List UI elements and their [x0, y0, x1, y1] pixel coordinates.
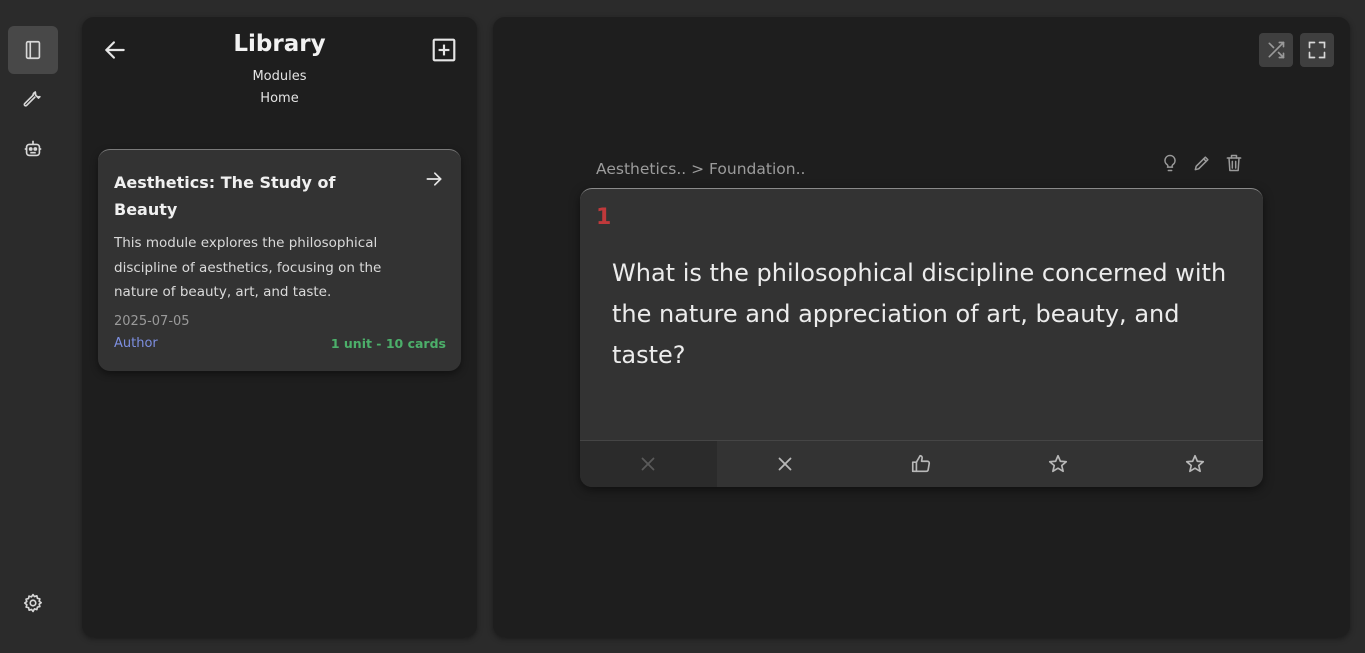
- lightbulb-icon: [1164, 154, 1176, 172]
- open-module-button[interactable]: [423, 168, 445, 190]
- robot-icon: [24, 140, 42, 157]
- fullscreen-icon: [1308, 41, 1326, 59]
- breadcrumb-home[interactable]: Home: [82, 91, 477, 106]
- tools-nav-button[interactable]: [8, 75, 58, 123]
- star-icon: [1185, 454, 1204, 473]
- flashcard[interactable]: 1 What is the philosophical discipline c…: [580, 188, 1263, 487]
- x-icon: [778, 457, 792, 471]
- card-breadcrumb: Aesthetics.. > Foundation..: [596, 160, 806, 178]
- card-question: What is the philosophical discipline con…: [612, 259, 1227, 369]
- shuffle-icon: [1268, 41, 1285, 59]
- delete-card-button[interactable]: [1224, 152, 1244, 174]
- thumbs-up-icon: [912, 454, 931, 473]
- module-card-count: 1 unit - 10 cards: [330, 336, 446, 351]
- hint-button[interactable]: [1160, 152, 1180, 174]
- rating-bar: [580, 440, 1263, 487]
- arrow-right-icon: [426, 172, 442, 186]
- pencil-icon: [1194, 156, 1209, 171]
- rating-perfect-button[interactable]: [1126, 441, 1263, 487]
- study-panel: Aesthetics.. > Foundation.. 1 What is th…: [493, 17, 1350, 637]
- add-module-button[interactable]: [429, 35, 459, 65]
- module-date: 2025-07-05: [114, 314, 190, 329]
- book-icon: [25, 40, 41, 60]
- x-icon: [641, 457, 655, 471]
- plus-square-icon: [432, 38, 456, 62]
- fullscreen-button[interactable]: [1300, 33, 1334, 67]
- page-title: Library: [233, 31, 326, 57]
- library-nav-button[interactable]: [8, 26, 58, 74]
- gear-icon: [23, 593, 42, 613]
- wrench-icon: [23, 91, 41, 107]
- module-title: Aesthetics: The Study of Beauty: [114, 173, 336, 219]
- module-card[interactable]: Aesthetics: The Study of Beauty This mod…: [98, 149, 461, 371]
- settings-button[interactable]: [8, 579, 58, 627]
- shuffle-button[interactable]: [1259, 33, 1293, 67]
- bot-nav-button[interactable]: [8, 125, 58, 173]
- card-number: 1: [596, 205, 612, 230]
- trash-icon: [1226, 154, 1242, 172]
- rating-hard-button[interactable]: [717, 441, 854, 487]
- icon-rail: [0, 0, 66, 653]
- star-icon: [1049, 454, 1068, 473]
- breadcrumb-modules[interactable]: Modules: [82, 69, 477, 84]
- module-description: This module explores the philosophical d…: [114, 235, 382, 300]
- edit-card-button[interactable]: [1192, 152, 1212, 174]
- card-actions: [1160, 152, 1244, 174]
- library-panel: Library Modules Home Aesthetics: The Stu…: [82, 17, 477, 637]
- module-author-link[interactable]: Author: [114, 336, 158, 351]
- rating-easy-button[interactable]: [990, 441, 1127, 487]
- rating-good-button[interactable]: [853, 441, 990, 487]
- app: Library Modules Home Aesthetics: The Stu…: [0, 0, 1365, 653]
- rating-again-button[interactable]: [580, 441, 717, 487]
